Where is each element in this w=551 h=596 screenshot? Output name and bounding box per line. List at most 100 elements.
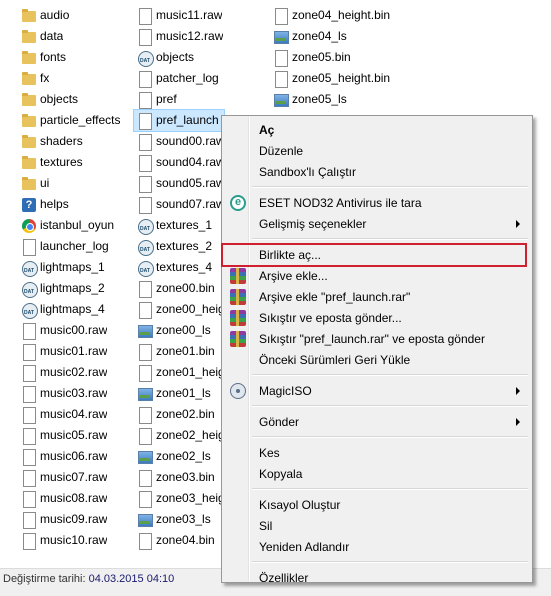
file-item[interactable]: zone02.bin — [134, 404, 224, 425]
file-item[interactable]: music07.raw — [18, 467, 128, 488]
file-icon — [137, 175, 153, 193]
file-name: zone02_ls — [156, 449, 211, 463]
menu-item-ars-ive-ekle[interactable]: Arşive ekle... — [224, 265, 529, 287]
file-item[interactable]: pref — [134, 89, 224, 110]
menu-item-s-k-s-t-r-pref-launch-rar-ve-eposta-go-nder[interactable]: Sıkıştır "pref_launch.rar" ve eposta gön… — [224, 328, 529, 350]
file-item[interactable]: music10.raw — [18, 530, 128, 551]
file-item[interactable]: music09.raw — [18, 509, 128, 530]
file-name: lightmaps_2 — [40, 281, 105, 295]
file-item[interactable]: lightmaps_2 — [18, 278, 128, 299]
file-name: pref_launch — [156, 113, 219, 127]
file-item[interactable]: zone00_height.bin — [134, 299, 224, 320]
file-item[interactable]: textures_2 — [134, 236, 224, 257]
menu-item-eset-nod32-antivirus-ile-tara[interactable]: ESET NOD32 Antivirus ile tara — [224, 192, 529, 214]
file-icon — [137, 364, 153, 382]
file-name: zone05_ls — [292, 92, 347, 106]
menu-item-ars-ive-ekle-pref-launch-rar[interactable]: Arşive ekle "pref_launch.rar" — [224, 286, 529, 308]
file-item[interactable]: textures_4 — [134, 257, 224, 278]
file-item[interactable]: sound07.raw — [134, 194, 224, 215]
file-icon — [137, 469, 153, 487]
file-item[interactable]: music02.raw — [18, 362, 128, 383]
file-name: zone01_height.bin — [156, 365, 224, 379]
file-item[interactable]: zone01_height.bin — [134, 362, 224, 383]
menu-item-gelis-mis-sec-enekler[interactable]: Gelişmiş seçenekler — [224, 213, 529, 235]
menu-item-sil[interactable]: Sil — [224, 515, 529, 537]
file-item[interactable]: sound00.raw — [134, 131, 224, 152]
menu-item-kopyala[interactable]: Kopyala — [224, 463, 529, 485]
menu-item-yeniden-adland-r[interactable]: Yeniden Adlandır — [224, 536, 529, 558]
file-icon — [137, 91, 153, 109]
file-item[interactable]: textures_1 — [134, 215, 224, 236]
menu-item-kes[interactable]: Kes — [224, 442, 529, 464]
file-item[interactable]: lightmaps_1 — [18, 257, 128, 278]
file-item[interactable]: zone05_ls — [270, 89, 420, 110]
file-name: objects — [156, 50, 195, 64]
file-item[interactable]: music05.raw — [18, 425, 128, 446]
file-name: sound00.raw — [156, 134, 224, 148]
file-item[interactable]: music04.raw — [18, 404, 128, 425]
file-item[interactable]: sound05.raw — [134, 173, 224, 194]
folder-item[interactable]: shaders — [18, 131, 128, 152]
file-item[interactable]: zone02_height.bin — [134, 425, 224, 446]
menu-separator — [252, 488, 528, 490]
folder-item[interactable]: ui — [18, 173, 128, 194]
menu-item-ac[interactable]: Aç — [224, 119, 529, 141]
menu-item-label: Sandbox'lı Çalıştır — [259, 165, 357, 179]
modified-date-value: 04.03.2015 04:10 — [88, 573, 175, 585]
file-item[interactable]: music00.raw — [18, 320, 128, 341]
menu-item-s-k-s-t-r-ve-eposta-go-nder[interactable]: Sıkıştır ve eposta gönder... — [224, 307, 529, 329]
menu-item-o-zellikler[interactable]: Özellikler — [224, 567, 529, 589]
file-item-selected[interactable]: pref_launch — [133, 109, 225, 132]
file-name: patcher_log — [156, 71, 219, 85]
file-item[interactable]: zone00.bin — [134, 278, 224, 299]
menu-item-label: Kes — [259, 446, 280, 460]
folder-item[interactable]: textures — [18, 152, 128, 173]
folder-item[interactable]: fonts — [18, 47, 128, 68]
file-item[interactable]: lightmaps_4 — [18, 299, 128, 320]
file-name: music06.raw — [40, 449, 108, 463]
file-item[interactable]: music11.raw — [134, 5, 224, 26]
menu-item-k-sayol-olus-tur[interactable]: Kısayol Oluştur — [224, 494, 529, 516]
file-item[interactable]: launcher_log — [18, 236, 128, 257]
file-item[interactable]: istanbul_oyun — [18, 215, 128, 236]
file-item[interactable]: zone03.bin — [134, 467, 224, 488]
menu-item-o-nceki-su-ru-mleri-geri-yu-kle[interactable]: Önceki Sürümleri Geri Yükle — [224, 349, 529, 371]
folder-icon — [21, 155, 37, 171]
file-item[interactable]: zone04_ls — [270, 26, 420, 47]
file-icon — [21, 406, 37, 424]
file-item[interactable]: zone04.bin — [134, 530, 224, 551]
folder-item[interactable]: data — [18, 26, 128, 47]
menu-item-label: Kopyala — [259, 467, 303, 481]
file-item[interactable]: zone01_ls — [134, 383, 224, 404]
file-item[interactable]: music01.raw — [18, 341, 128, 362]
file-item[interactable]: music03.raw — [18, 383, 128, 404]
modified-date-text: Değiştirme tarihi: 04.03.2015 04:10 — [3, 573, 174, 585]
file-item[interactable]: zone03_height.bin — [134, 488, 224, 509]
magiciso-icon — [230, 383, 246, 399]
file-item[interactable]: sound04.raw — [134, 152, 224, 173]
file-item[interactable]: zone04_height.bin — [270, 5, 420, 26]
menu-item-sandbox-l-c-al-s-t-r[interactable]: Sandbox'lı Çalıştır — [224, 161, 529, 183]
folder-item[interactable]: audio — [18, 5, 128, 26]
file-item[interactable]: zone05.bin — [270, 47, 420, 68]
file-item[interactable]: music12.raw — [134, 26, 224, 47]
menu-item-magiciso[interactable]: MagicISO — [224, 380, 529, 402]
file-item[interactable]: music06.raw — [18, 446, 128, 467]
folder-item[interactable]: fx — [18, 68, 128, 89]
file-item[interactable]: zone01.bin — [134, 341, 224, 362]
folder-item[interactable]: objects — [18, 89, 128, 110]
menu-item-label: Sıkıştır ve eposta gönder... — [259, 311, 402, 325]
file-item[interactable]: zone05_height.bin — [270, 68, 420, 89]
file-name: sound04.raw — [156, 155, 224, 169]
folder-item[interactable]: particle_effects — [18, 110, 128, 131]
menu-item-du-zenle[interactable]: Düzenle — [224, 140, 529, 162]
file-item[interactable]: zone02_ls — [134, 446, 224, 467]
file-name: music00.raw — [40, 323, 108, 337]
menu-item-go-nder[interactable]: Gönder — [224, 411, 529, 433]
file-item[interactable]: zone03_ls — [134, 509, 224, 530]
file-item[interactable]: patcher_log — [134, 68, 224, 89]
file-item[interactable]: helps — [18, 194, 128, 215]
file-item[interactable]: zone00_ls — [134, 320, 224, 341]
file-item[interactable]: objects — [134, 47, 224, 68]
file-item[interactable]: music08.raw — [18, 488, 128, 509]
